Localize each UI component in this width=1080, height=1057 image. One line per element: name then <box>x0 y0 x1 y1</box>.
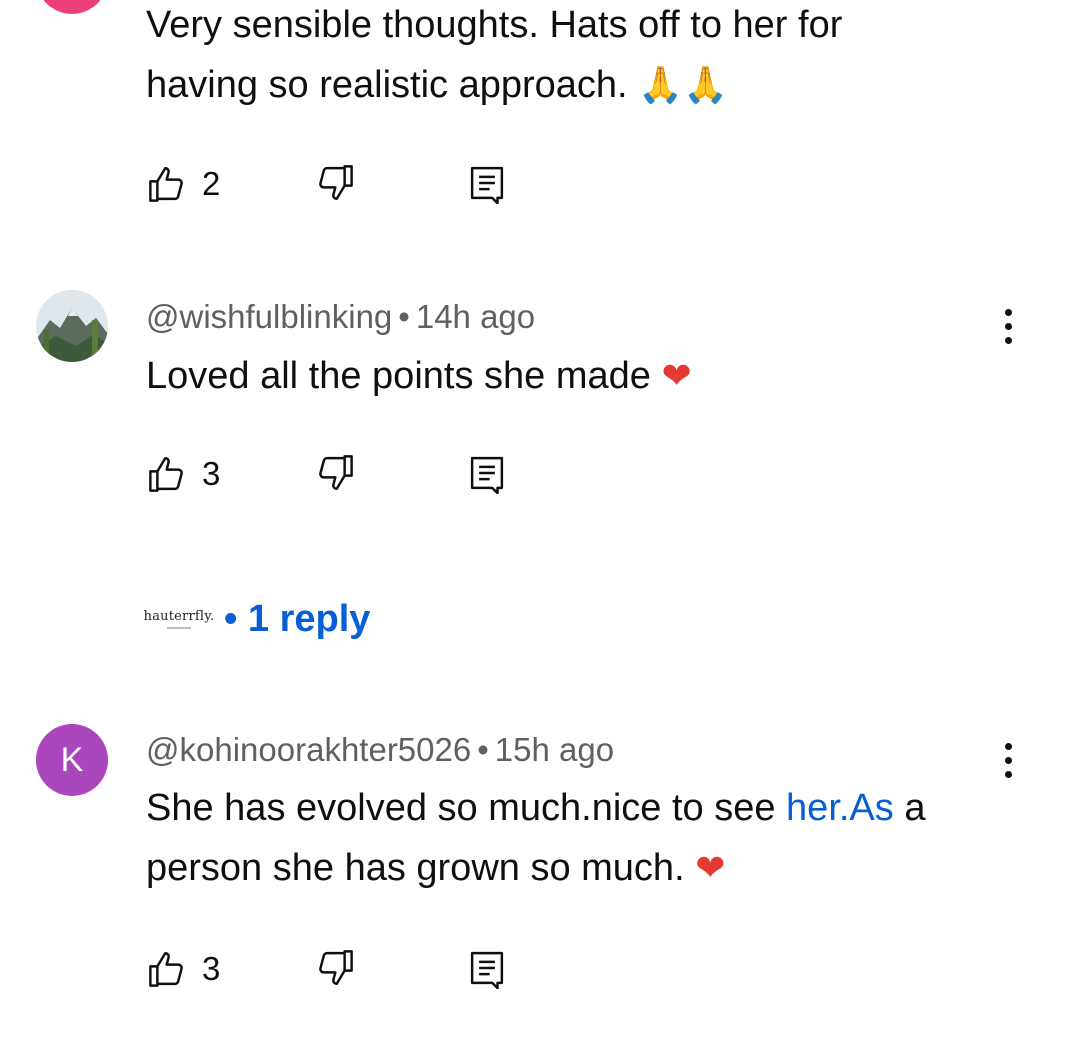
like-button[interactable]: 3 <box>146 450 220 498</box>
author-handle[interactable]: @kohinoorakhter5026 <box>146 731 471 768</box>
comment-actions: 3 <box>146 945 526 993</box>
comment-meta: @kohinoorakhter5026 • 15h ago <box>146 730 614 770</box>
replies-separator: • <box>224 597 238 640</box>
comment-text-content: Loved all the points she made <box>146 355 662 397</box>
creator-logo-underline <box>167 627 191 629</box>
comment-meta: @wishfulblinking • 14h ago <box>146 297 535 337</box>
like-count: 3 <box>202 950 221 987</box>
comment-reply-icon <box>470 951 504 989</box>
comment-reply-icon <box>470 456 504 494</box>
replies-row[interactable]: hauterrfly. • 1 reply <box>143 594 371 644</box>
comment-text: Very sensible thoughts. Hats off to her … <box>146 0 842 116</box>
creator-logo: hauterrfly. <box>143 609 215 624</box>
more-vert-icon[interactable] <box>990 736 1026 784</box>
like-count: 3 <box>202 455 221 492</box>
reply-button[interactable] <box>466 452 508 494</box>
more-vert-icon[interactable] <box>990 302 1026 350</box>
comment-actions: 3 <box>146 450 526 498</box>
avatar-letter: K <box>60 740 84 779</box>
creator-avatar: hauterrfly. <box>143 594 215 644</box>
separator: • <box>477 731 489 768</box>
comment-reply-icon <box>470 166 504 204</box>
comment-text-part: person she has grown so much. <box>146 847 696 889</box>
red-heart-emoji: ❤ <box>695 848 726 889</box>
like-button[interactable]: 3 <box>146 945 220 993</box>
thumb-up-icon <box>149 952 183 987</box>
avatar[interactable]: K <box>36 724 108 796</box>
avatar-image <box>36 290 108 362</box>
avatar[interactable] <box>36 0 108 14</box>
comment-text-line-1: Very sensible thoughts. Hats off to her … <box>146 4 843 46</box>
comment-actions: 2 <box>146 160 526 208</box>
thumb-up-icon <box>149 167 183 202</box>
separator: • <box>398 298 410 335</box>
thumb-down-icon <box>319 950 353 985</box>
comment-text-line-2: having so realistic approach. 🙏🙏 <box>146 55 842 116</box>
thumb-down-icon <box>319 455 353 490</box>
like-count: 2 <box>202 165 221 202</box>
dislike-button[interactable] <box>314 452 356 494</box>
reply-button[interactable] <box>466 162 508 204</box>
replies-count: 1 reply <box>247 597 371 640</box>
comment-text-line-1: She has evolved so much.nice to see her.… <box>146 778 925 838</box>
comment-time: 14h ago <box>415 298 536 335</box>
dislike-button[interactable] <box>314 162 356 204</box>
avatar[interactable] <box>36 290 108 362</box>
like-button[interactable]: 2 <box>146 160 220 208</box>
comment-link[interactable]: her.As <box>786 787 894 829</box>
comment-time: 15h ago <box>494 731 615 768</box>
comment-text-line-2-content: having so realistic approach. <box>146 64 639 106</box>
thumb-down-icon <box>319 165 353 200</box>
dislike-button[interactable] <box>314 947 356 989</box>
comment-text-part: She has evolved so much.nice to see <box>146 787 787 829</box>
view-replies-link[interactable]: • 1 reply <box>224 598 370 641</box>
comment-text: Loved all the points she made ❤ <box>146 346 692 407</box>
author-handle[interactable]: @wishfulblinking <box>146 298 392 335</box>
reply-button[interactable] <box>466 947 508 989</box>
comment-text-part: a <box>893 787 926 829</box>
comment-text: She has evolved so much.nice to see her.… <box>146 778 925 899</box>
red-heart-emoji: ❤ <box>661 356 692 397</box>
comment-text-line-2: person she has grown so much. ❤ <box>146 838 925 899</box>
folded-hands-emoji: 🙏🙏 <box>638 65 728 106</box>
thumb-up-icon <box>149 457 183 492</box>
